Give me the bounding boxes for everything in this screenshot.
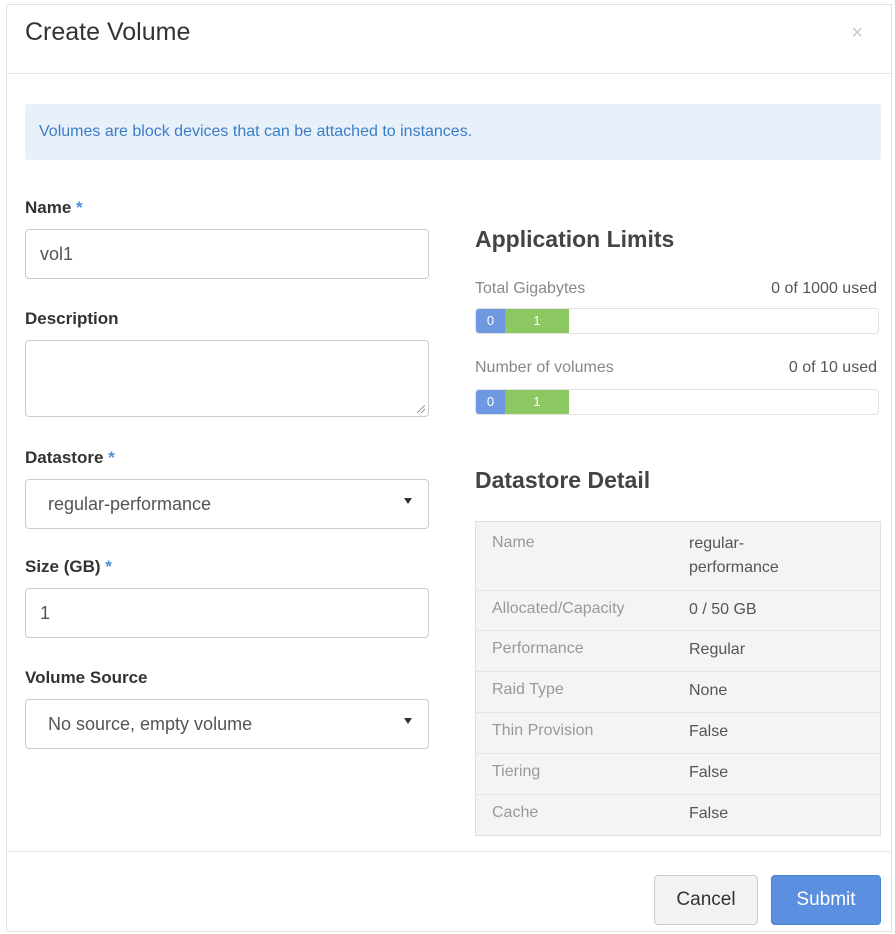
required-marker: * — [108, 448, 115, 467]
detail-value: False — [689, 805, 729, 822]
submit-button[interactable]: Submit — [771, 875, 881, 925]
detail-row: Cache False — [476, 794, 880, 835]
detail-key: Tiering — [492, 763, 541, 780]
required-marker: * — [105, 557, 112, 576]
detail-key: Cache — [492, 804, 539, 821]
detail-row: Thin Provision False — [476, 712, 880, 753]
detail-key: Thin Provision — [492, 722, 594, 739]
limit-label-number-of-volumes: Number of volumes — [475, 359, 614, 376]
size-label: Size (GB) * — [25, 557, 112, 576]
detail-value: Regular — [689, 641, 746, 658]
datastore-detail-table: Name regular- performance Allocated/Capa… — [475, 521, 881, 836]
name-label: Name * — [25, 198, 83, 217]
volume-source-select[interactable]: No source, empty volume — [25, 699, 429, 749]
info-alert-text: Volumes are block devices that can be at… — [39, 123, 473, 140]
size-input[interactable]: 1 — [25, 588, 429, 638]
detail-value: regular- performance — [689, 535, 779, 576]
resize-grip-icon[interactable] — [417, 405, 425, 413]
detail-value: False — [689, 723, 729, 740]
bar-segment-current: 0 — [476, 390, 505, 414]
close-icon[interactable]: × — [851, 21, 863, 45]
limit-used-total-gigabytes: 0 of 1000 used — [771, 280, 877, 297]
detail-value: None — [689, 682, 728, 699]
modal-title: Create Volume — [25, 18, 191, 46]
detail-key: Raid Type — [492, 681, 564, 698]
datastore-label: Datastore * — [25, 448, 115, 467]
detail-row: Allocated/Capacity 0 / 50 GB — [476, 590, 880, 630]
bar-segment-added: 1 — [505, 309, 569, 333]
datastore-select-value: regular-performance — [48, 494, 212, 514]
bar-segment-added: 1 — [505, 390, 569, 414]
datastore-detail-title: Datastore Detail — [475, 467, 651, 493]
detail-value: False — [689, 764, 729, 781]
bar-segment-current: 0 — [476, 309, 505, 333]
detail-row: Tiering False — [476, 753, 880, 794]
detail-value: 0 / 50 GB — [689, 601, 757, 618]
modal-header: Create Volume × — [7, 5, 891, 74]
size-input-value: 1 — [40, 603, 51, 623]
name-input-value: vol1 — [40, 244, 74, 264]
detail-row: Name regular- performance — [476, 522, 880, 590]
volume-source-label: Volume Source — [25, 668, 148, 687]
detail-row: Performance Regular — [476, 630, 880, 671]
datastore-select[interactable]: regular-performance — [25, 479, 429, 529]
detail-row: Raid Type None — [476, 671, 880, 712]
progress-bar-number-of-volumes: 0 1 — [475, 389, 879, 415]
description-label: Description — [25, 309, 119, 328]
progress-bar-total-gigabytes: 0 1 — [475, 308, 879, 334]
caret-down-icon — [404, 498, 412, 504]
required-marker: * — [76, 198, 83, 217]
info-alert: Volumes are block devices that can be at… — [25, 104, 881, 160]
create-volume-modal: Create Volume × Volumes are block device… — [6, 4, 892, 932]
application-limits-title: Application Limits — [475, 226, 675, 252]
name-input[interactable]: vol1 — [25, 229, 429, 279]
cancel-button[interactable]: Cancel — [654, 875, 758, 925]
detail-key: Allocated/Capacity — [492, 600, 625, 617]
volume-source-value: No source, empty volume — [48, 714, 253, 734]
description-textarea[interactable] — [25, 340, 429, 417]
detail-key: Performance — [492, 640, 584, 657]
detail-key: Name — [492, 534, 535, 551]
limit-label-total-gigabytes: Total Gigabytes — [475, 280, 586, 297]
caret-down-icon — [404, 718, 412, 724]
limit-used-number-of-volumes: 0 of 10 used — [788, 359, 877, 376]
modal-footer: Cancel Submit — [7, 851, 891, 931]
